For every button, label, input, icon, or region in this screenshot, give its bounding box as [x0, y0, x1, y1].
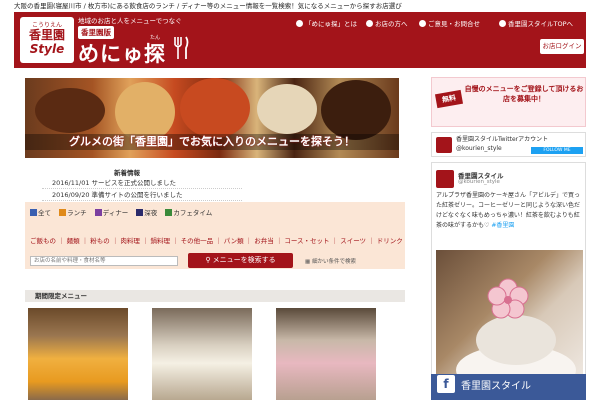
tab-latenight[interactable]: 深夜 [136, 207, 157, 217]
dinner-icon [94, 209, 102, 216]
nav-contact-label: ご意見・お問合せ [428, 20, 480, 28]
dessert-image [321, 80, 391, 140]
logo-kanji: 香里園 [28, 28, 65, 42]
limited-menu-item-vanilla[interactable] [152, 308, 252, 400]
limited-menu-heading: 期間限定メニュー [25, 290, 405, 302]
cafe-icon [165, 209, 173, 216]
all-icon [30, 209, 37, 216]
nav-about[interactable]: 「めにゅ探」とは [296, 18, 357, 28]
tweet-handle: @kourien_style [458, 179, 500, 185]
nav-contact[interactable]: ご意見・お問合せ [419, 18, 480, 28]
search-input[interactable] [30, 256, 178, 266]
tab-dinner-label: ディナー [102, 209, 129, 217]
search-button-label: メニューを検索する [212, 256, 276, 264]
nav-for-shops[interactable]: お店の方へ [366, 18, 408, 28]
tab-lunch-label: ランチ [67, 209, 87, 217]
shop-login-button[interactable]: お店ログイン [540, 39, 584, 54]
search-icon: ⚲ [205, 256, 213, 264]
category-links[interactable]: ご飯もの ｜ 麺類 ｜ 粉もの ｜ 肉料理 ｜ 鍋料理 ｜ その他一品 ｜ パン… [30, 235, 403, 245]
nav-for-shops-label: お店の方へ [375, 20, 408, 28]
filter-icon: ▦ [305, 259, 312, 265]
news-item[interactable]: 2016/09/20 準備サイトの公開を行いました [42, 189, 242, 201]
tab-lunch[interactable]: ランチ [59, 207, 87, 217]
twitter-account-line1: 香里園スタイルTwitterアカウント [456, 136, 549, 143]
tweet-photo[interactable] [436, 250, 583, 390]
mail-icon [419, 20, 426, 27]
limited-menu-item-mango[interactable] [28, 308, 128, 400]
tab-dinner[interactable]: ディナー [94, 207, 129, 217]
advanced-search-label: 細かい条件で検索 [311, 259, 356, 265]
facebook-label: 香里園スタイル [461, 381, 531, 392]
tab-latenight-label: 深夜 [144, 209, 158, 217]
site-header: こうりえん 香里園 Style 地域のお店と人をメニューでつなぐ 香里園版 めに… [14, 12, 586, 68]
tab-cafe-label: カフェタイム [173, 209, 213, 217]
shop-icon [366, 20, 373, 27]
logo-style: Style [29, 42, 65, 56]
advanced-search-link[interactable]: ▦ 細かい条件で検索 [305, 257, 356, 265]
latenight-icon [136, 209, 144, 216]
facebook-icon: f [437, 375, 455, 393]
noodle-image [257, 84, 317, 134]
tab-all[interactable]: 全て [30, 207, 51, 217]
time-tabs: 全て ランチ ディナー 深夜 カフェタイム [30, 207, 218, 217]
tweet-hashtag[interactable]: #香里園 [491, 222, 514, 229]
soup-image [180, 78, 250, 138]
menutan-logo[interactable]: めにゅ探 [78, 38, 166, 68]
search-panel: 全て ランチ ディナー 深夜 カフェタイム ご飯もの ｜ 麺類 ｜ 粉もの ｜ … [25, 202, 405, 269]
shop-recruit-banner[interactable]: 無料 自慢のメニューをご登録して頂けるお店を募集中！ [431, 77, 586, 127]
hero-caption: グルメの街「香里園」でお気に入りのメニューを探そう！ [25, 134, 399, 150]
pizza-image [115, 82, 175, 142]
news-list: 2016/11/01 サービスを正式公開しました 2016/09/20 準備サイ… [42, 177, 242, 201]
search-button[interactable]: ⚲ メニューを検索する [188, 253, 293, 268]
news-item[interactable]: 2016/11/01 サービスを正式公開しました [42, 177, 242, 189]
nav-kourien-top[interactable]: 香里園スタイルTOPへ [499, 18, 573, 28]
limited-menu-item-berry[interactable] [276, 308, 376, 400]
info-icon [296, 20, 303, 27]
lunch-icon [59, 209, 67, 216]
tweet-body: アルプラザ香里園のケーキ屋さん「アビルデ」で買った紅茶ゼリー。コーヒーゼリーと同… [436, 191, 583, 231]
twitter-avatar [436, 137, 452, 153]
nav-about-label: 「めにゅ探」とは [305, 20, 357, 28]
brand-ruby: たん [150, 35, 161, 41]
follow-button[interactable]: FOLLOW ME [531, 147, 583, 154]
header-tagline: 地域のお店と人をメニューでつなぐ [78, 17, 182, 25]
hero-banner: グルメの街「香里園」でお気に入りのメニューを探そう！ [25, 78, 399, 158]
recruit-text: 自慢のメニューをご登録して頂けるお店を募集中！ [464, 85, 584, 103]
news-heading: 新着情報 [114, 169, 140, 177]
home-icon [499, 20, 506, 27]
fork-knife-icon [172, 36, 190, 66]
steak-image [35, 88, 105, 133]
tweet-avatar [436, 170, 454, 188]
tweet-card: 香里園スタイル @kourien_style アルプラザ香里園のケーキ屋さん「ア… [431, 162, 586, 400]
twitter-account-box[interactable]: 香里園スタイルTwitterアカウント @kourien_style FOLLO… [431, 132, 586, 157]
free-badge: 無料 [434, 89, 464, 109]
site-description: 大阪の香里園(寝屋川市 / 枚方市)にある飲食店のランチ / ディナー等のメニュ… [14, 2, 402, 10]
facebook-banner[interactable]: f 香里園スタイル [431, 374, 586, 400]
tab-cafe[interactable]: カフェタイム [165, 207, 212, 217]
brand-name: めにゅ探 [78, 42, 166, 66]
tab-all-label: 全て [38, 209, 51, 217]
nav-kourien-top-label: 香里園スタイルTOPへ [508, 20, 574, 28]
kourien-style-logo[interactable]: こうりえん 香里園 Style [20, 17, 74, 63]
